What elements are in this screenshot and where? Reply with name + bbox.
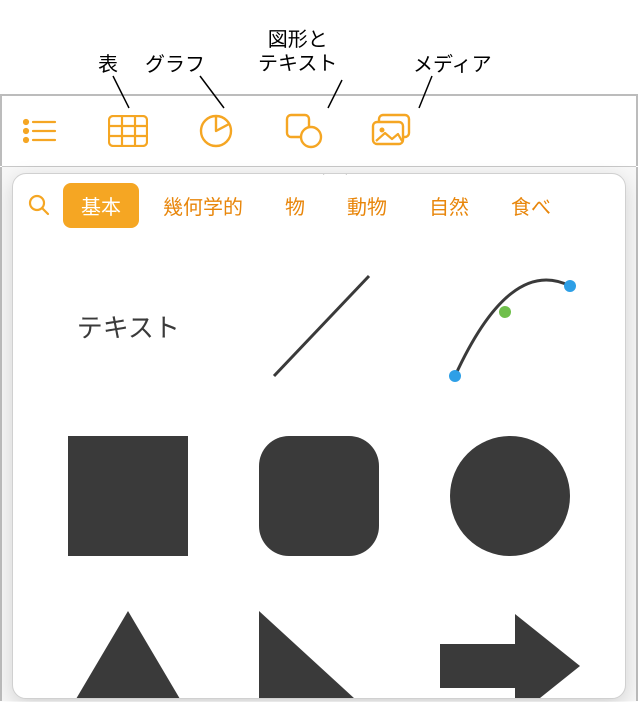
- search-icon: [28, 194, 50, 216]
- callout-media: メディア: [413, 48, 492, 77]
- circle-icon: [445, 431, 575, 561]
- outline-button[interactable]: [10, 101, 70, 161]
- shape-rounded-square[interactable]: [234, 426, 405, 566]
- shape-square[interactable]: [43, 426, 214, 566]
- shape-text-label: テキスト: [77, 308, 180, 345]
- shapes-popover: 基本 幾何学的 物 動物 自然 食べ テキスト: [12, 173, 626, 699]
- arrow-right-icon: [435, 606, 585, 699]
- search-button[interactable]: [21, 187, 57, 223]
- shapes-button[interactable]: [274, 101, 334, 161]
- shape-triangle[interactable]: [43, 596, 214, 699]
- square-icon: [63, 431, 193, 561]
- popover-backdrop: 基本 幾何学的 物 動物 自然 食べ テキスト: [0, 167, 638, 701]
- shape-text[interactable]: テキスト: [43, 256, 214, 396]
- tab-food[interactable]: 食べ: [493, 183, 569, 228]
- tab-objects[interactable]: 物: [267, 183, 323, 228]
- tab-animals[interactable]: 動物: [329, 183, 405, 228]
- category-bar: 基本 幾何学的 物 動物 自然 食べ: [13, 174, 625, 236]
- shape-arrow-right[interactable]: [424, 596, 595, 699]
- table-icon: [108, 115, 148, 147]
- toolbar: [0, 94, 638, 166]
- triangle-icon: [58, 606, 198, 699]
- shape-line[interactable]: [234, 256, 405, 396]
- curve-icon: [435, 261, 585, 391]
- right-triangle-icon: [254, 606, 384, 699]
- media-icon: [370, 113, 414, 149]
- chart-button[interactable]: [186, 101, 246, 161]
- callout-table: 表: [98, 48, 118, 77]
- rounded-square-icon: [254, 431, 384, 561]
- shapes-grid: テキスト: [13, 236, 625, 699]
- callout-chart: グラフ: [145, 48, 205, 77]
- chart-icon: [198, 113, 234, 149]
- shape-circle[interactable]: [424, 426, 595, 566]
- line-icon: [254, 261, 384, 391]
- table-button[interactable]: [98, 101, 158, 161]
- callout-shapes-text: 図形と テキスト: [258, 28, 337, 76]
- shape-right-triangle[interactable]: [234, 596, 405, 699]
- tab-basic[interactable]: 基本: [63, 183, 139, 228]
- shapes-icon: [284, 113, 324, 149]
- outline-icon: [23, 118, 57, 144]
- media-button[interactable]: [362, 101, 422, 161]
- shape-curve[interactable]: [424, 256, 595, 396]
- tab-nature[interactable]: 自然: [411, 183, 487, 228]
- tab-geometric[interactable]: 幾何学的: [145, 183, 261, 228]
- popover-arrow-icon: [323, 173, 347, 175]
- callout-layer: 表 グラフ 図形と テキスト メディア: [0, 0, 638, 94]
